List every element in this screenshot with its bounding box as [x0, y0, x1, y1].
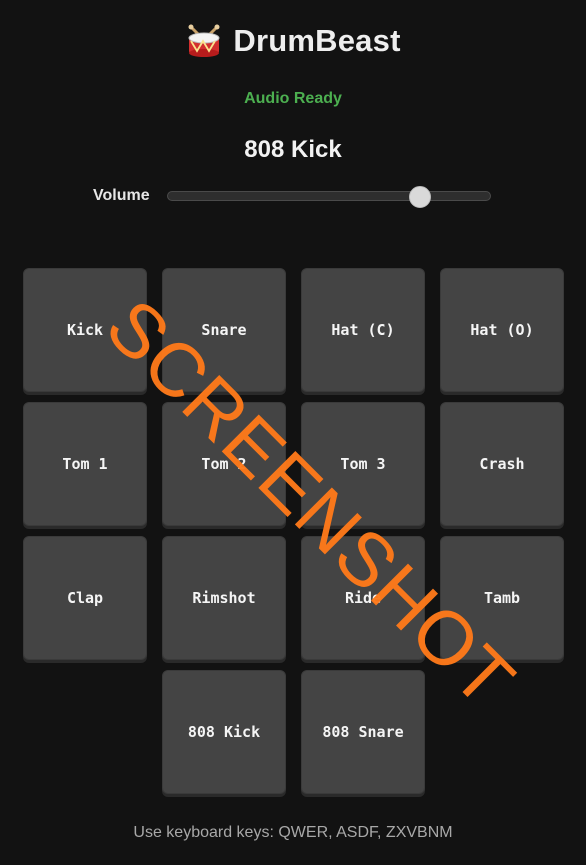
drum-pad-grid: Kick Snare Hat (C) Hat (O) Tom 1 Tom 2 T… — [23, 268, 565, 794]
pad-hat-closed[interactable]: Hat (C) — [301, 268, 425, 392]
volume-label: Volume — [93, 187, 150, 204]
drum-app: DrumBeast Audio Ready 808 Kick Volume Ki… — [0, 0, 586, 865]
app-header: DrumBeast — [0, 18, 586, 64]
pad-808-snare[interactable]: 808 Snare — [301, 670, 425, 794]
audio-status: Audio Ready — [244, 90, 342, 107]
pad-rimshot[interactable]: Rimshot — [162, 536, 286, 660]
current-sound-label: 808 Kick — [244, 136, 342, 163]
volume-slider-thumb[interactable] — [408, 186, 431, 208]
keyboard-hint: Use keyboard keys: QWER, ASDF, ZXVBNM — [133, 824, 453, 841]
pad-snare[interactable]: Snare — [162, 268, 286, 392]
pad-808-kick[interactable]: 808 Kick — [162, 670, 286, 794]
volume-control: Volume — [93, 184, 493, 210]
app-title: DrumBeast — [233, 23, 401, 58]
volume-slider[interactable] — [167, 191, 491, 201]
pad-kick[interactable]: Kick — [23, 268, 147, 392]
pad-crash[interactable]: Crash — [440, 402, 564, 526]
pad-ride[interactable]: Ride — [301, 536, 425, 660]
pad-tom-1[interactable]: Tom 1 — [23, 402, 147, 526]
pad-tom-3[interactable]: Tom 3 — [301, 402, 425, 526]
pad-tamb[interactable]: Tamb — [440, 536, 564, 660]
pad-tom-2[interactable]: Tom 2 — [162, 402, 286, 526]
pad-hat-open[interactable]: Hat (O) — [440, 268, 564, 392]
pad-clap[interactable]: Clap — [23, 536, 147, 660]
drum-icon — [185, 22, 223, 60]
